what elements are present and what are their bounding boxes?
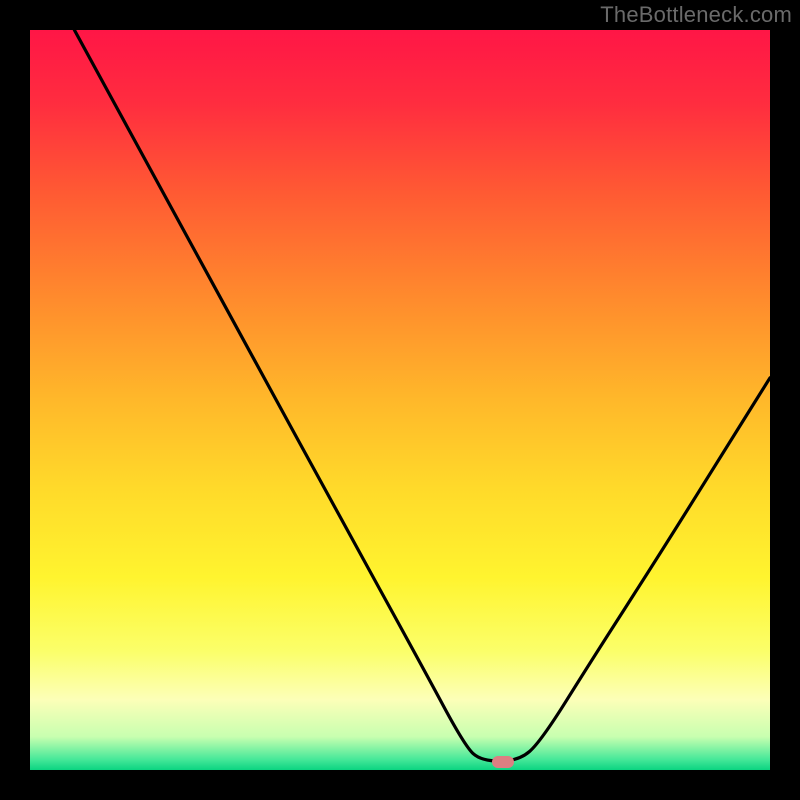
plot-background	[30, 30, 770, 770]
watermark-label: TheBottleneck.com	[600, 2, 792, 28]
optimal-marker	[492, 756, 514, 768]
plot-svg	[30, 30, 770, 770]
chart-container: TheBottleneck.com	[0, 0, 800, 800]
plot-frame	[30, 30, 770, 770]
